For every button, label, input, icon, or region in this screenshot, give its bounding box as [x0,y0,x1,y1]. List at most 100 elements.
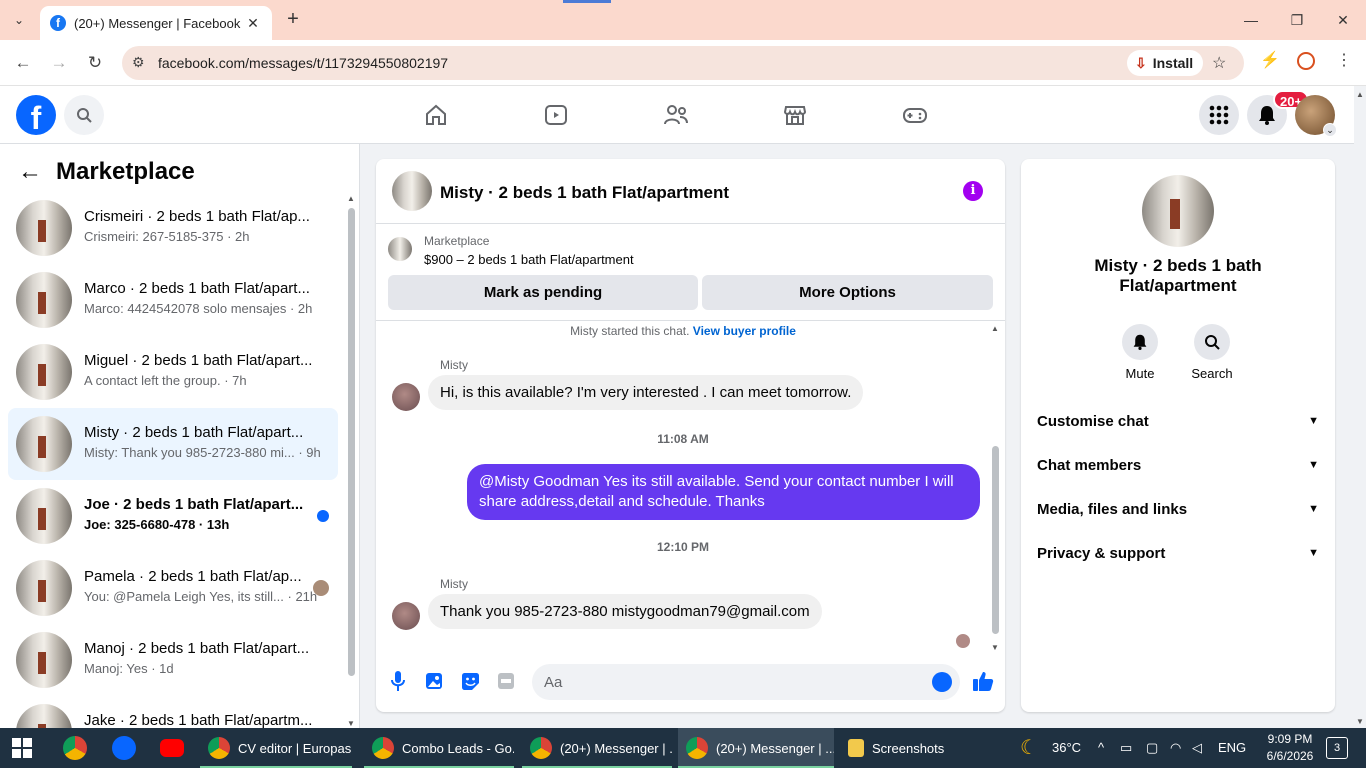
chat-item-crismeiri[interactable]: Crismeiri · 2 beds 1 bath Flat/ap... Cri… [8,192,338,264]
chat-item-jake[interactable]: Jake · 2 beds 1 bath Flat/apartm... [8,696,338,728]
facebook-logo-icon[interactable]: f [16,95,56,135]
chat-list-scrollbar[interactable]: ▲ ▼ [346,194,356,728]
more-options-button[interactable]: More Options [702,275,993,310]
taskbar-app-cv-editor[interactable]: CV editor | Europas... [200,728,352,768]
battery-icon[interactable]: ▭ [1120,728,1132,768]
conversation-scrollbar[interactable]: ▲ ▼ [990,322,1002,652]
message-bubble-incoming[interactable]: Thank you 985-2723-880 mistygoodman79@gm… [428,594,822,629]
windows-start-icon[interactable] [12,738,32,758]
scroll-down-icon[interactable]: ▼ [991,643,999,652]
chat-item-miguel[interactable]: Miguel · 2 beds 1 bath Flat/apart... A c… [8,336,338,408]
chat-list: Crismeiri · 2 beds 1 bath Flat/ap... Cri… [8,192,338,728]
chat-item-misty[interactable]: Misty · 2 beds 1 bath Flat/apart... Mist… [8,408,338,480]
youtube-icon[interactable] [160,739,184,757]
chat-name: Misty · 2 beds 1 bath Flat/apart... [84,424,304,441]
sender-avatar[interactable] [392,602,420,630]
volume-icon[interactable]: ◁ [1192,728,1202,768]
nav-marketplace[interactable] [780,100,810,130]
message-bubble-outgoing[interactable]: @Misty Goodman Yes its still available. … [467,464,980,520]
back-arrow-icon[interactable]: ← [18,158,42,186]
restore-icon[interactable]: ❐ [1274,6,1320,34]
tab-search-icon[interactable]: ⌄ [6,8,32,32]
listing-thumbnail[interactable] [388,237,412,261]
close-tab-icon[interactable]: ✕ [244,15,262,32]
display-icon[interactable]: ▢ [1146,728,1158,768]
address-bar[interactable]: ⚙ facebook.com/messages/t/11732945508021… [122,46,1244,80]
mark-pending-button[interactable]: Mark as pending [388,275,698,310]
scroll-down-icon[interactable]: ▼ [347,719,355,728]
nav-gaming[interactable] [900,100,930,130]
section-privacy-support[interactable]: Privacy & support ▼ [1037,541,1319,565]
url-text[interactable]: facebook.com/messages/t/1173294550802197 [158,55,448,71]
site-info-icon[interactable]: ⚙ [132,54,145,71]
nav-video[interactable] [541,100,571,130]
like-button[interactable] [972,669,994,693]
conversation-large-thumbnail[interactable] [1142,175,1214,247]
chrome-icon[interactable] [63,736,87,760]
wifi-icon[interactable]: ◠ [1170,728,1181,768]
browser-menu-icon[interactable]: ⋮ [1336,50,1352,70]
attach-photo-button[interactable] [424,671,444,691]
forward-icon[interactable]: → [46,50,72,76]
language-indicator[interactable]: ENG [1218,728,1246,768]
bookmark-star-icon[interactable]: ☆ [1212,53,1226,73]
profile-icon[interactable] [1297,52,1315,70]
message-input[interactable] [532,664,960,700]
taskbar-app-combo-leads[interactable]: Combo Leads - Go... [364,728,514,768]
mute-circle [1122,324,1158,360]
tray-overflow-icon[interactable]: ^ [1098,728,1104,768]
scroll-up-icon[interactable]: ▲ [1356,90,1364,99]
reload-icon[interactable]: ↻ [82,50,108,76]
chat-item-pamela[interactable]: Pamela · 2 beds 1 bath Flat/ap... You: @… [8,552,338,624]
minimize-icon[interactable]: — [1228,6,1274,34]
facebook-search-button[interactable] [64,95,104,135]
nav-home[interactable] [421,100,451,130]
voice-clip-button[interactable] [388,671,408,691]
weather-moon-icon[interactable]: ☾ [1020,728,1038,768]
scrollbar-thumb[interactable] [992,446,999,634]
section-customise-chat[interactable]: Customise chat ▼ [1037,409,1319,433]
sticker-button[interactable] [460,671,480,691]
extension-icon[interactable]: ⚡ [1260,50,1280,70]
chat-item-marco[interactable]: Marco · 2 beds 1 bath Flat/apart... Marc… [8,264,338,336]
listing-price[interactable]: $900 – 2 beds 1 bath Flat/apartment [424,252,634,267]
system-clock[interactable]: 9:09 PM 6/6/2026 [1258,731,1322,765]
section-media-files-links[interactable]: Media, files and links ▼ [1037,497,1319,521]
message-bubble-incoming[interactable]: Hi, is this available? I'm very interest… [428,375,864,410]
info-icon[interactable]: i [963,181,983,201]
page-scrollbar[interactable]: ▲ ▼ [1354,86,1366,728]
facebook-app-icon[interactable] [112,736,136,760]
emoji-icon[interactable] [932,672,952,692]
install-app-button[interactable]: ⇩ Install [1127,50,1204,76]
weather-temperature[interactable]: 36°C [1052,728,1081,768]
menu-button[interactable] [1199,95,1239,135]
taskbar-app-messenger-1[interactable]: (20+) Messenger | ... [522,728,672,768]
notification-center-icon[interactable]: 3 [1326,737,1348,759]
read-receipt-avatar [956,634,970,648]
chat-item-joe[interactable]: Joe · 2 beds 1 bath Flat/apart... Joe: 3… [8,480,338,552]
browser-tab-messenger[interactable]: f (20+) Messenger | Facebook ✕ [40,6,272,40]
bell-icon [1259,106,1275,125]
scrollbar-thumb[interactable] [348,208,355,676]
view-buyer-profile-link[interactable]: View buyer profile [693,324,796,338]
scroll-up-icon[interactable]: ▲ [991,324,999,333]
nav-friends[interactable] [661,100,691,130]
section-chat-members[interactable]: Chat members ▼ [1037,453,1319,477]
scroll-down-icon[interactable]: ▼ [1356,717,1364,726]
taskbar-app-screenshots[interactable]: Screenshots [840,728,990,768]
back-icon[interactable]: ← [10,50,36,76]
conversation-title[interactable]: Misty · 2 beds 1 bath Flat/apartment [440,183,729,203]
chat-item-manoj[interactable]: Manoj · 2 beds 1 bath Flat/apart... Mano… [8,624,338,696]
listing-thumbnail [16,272,72,328]
new-tab-icon[interactable]: + [282,8,304,32]
close-window-icon[interactable]: ✕ [1320,6,1366,34]
gif-button[interactable] [496,671,516,691]
taskbar-app-messenger-2[interactable]: (20+) Messenger | ... [678,728,834,768]
account-avatar[interactable]: ⌄ [1295,95,1337,137]
conversation-thumbnail[interactable] [392,171,432,211]
search-in-chat-button[interactable]: Search [1182,324,1242,381]
install-label: Install [1152,55,1194,71]
scroll-up-icon[interactable]: ▲ [347,194,355,203]
sender-avatar[interactable] [392,383,420,411]
mute-button[interactable]: Mute [1110,324,1170,381]
